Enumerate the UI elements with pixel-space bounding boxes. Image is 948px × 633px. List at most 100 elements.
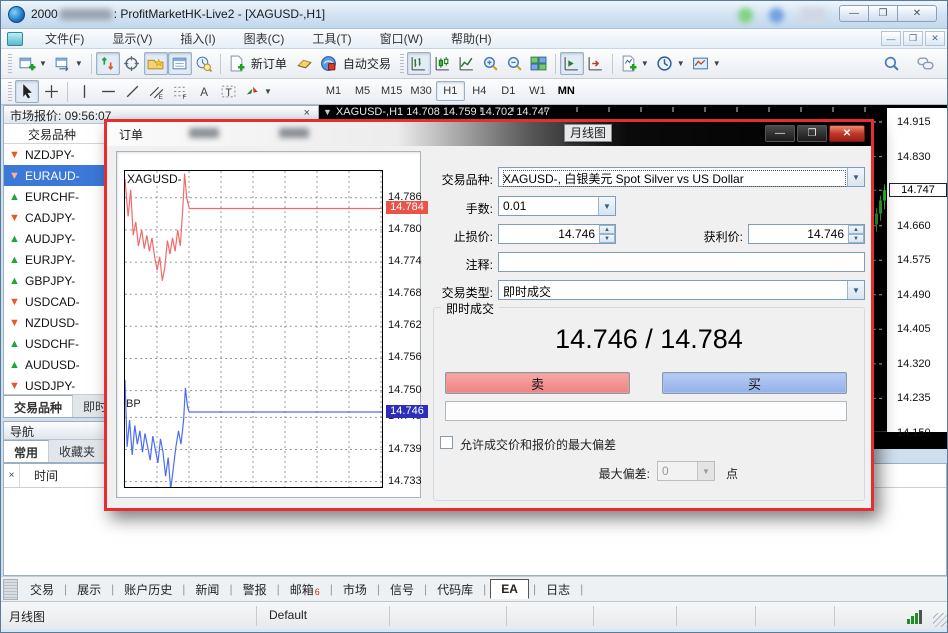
search-icon[interactable] [879,52,903,75]
menu-item[interactable]: 帮助(H) [437,28,506,49]
templates-dropdown[interactable]: ▼ [713,59,721,68]
strategy-tester-button[interactable] [192,52,216,75]
timeframe-button[interactable]: M5 [348,81,377,101]
bar-chart-button[interactable] [407,52,431,75]
chart-profiles-button[interactable] [51,52,75,75]
equidistant-channel-button[interactable]: E [144,80,168,103]
zoom-out-button[interactable] [503,52,527,75]
trendline-button[interactable] [120,80,144,103]
dialog-close-button[interactable]: ✕ [829,125,865,142]
spin-down-icon[interactable]: ▼ [848,234,864,243]
buy-button[interactable]: 买 [662,372,847,394]
chevron-down-icon[interactable]: ▼ [847,168,864,186]
terminal-tab[interactable]: 新闻 [189,578,225,601]
new-order-button[interactable] [225,52,249,75]
market-watch-toggle-button[interactable] [96,52,120,75]
auto-trading-label[interactable]: 自动交易 [343,55,391,72]
text-label-button[interactable]: T [216,80,240,103]
timeframe-button[interactable]: M1 [319,81,348,101]
take-profit-input[interactable]: 14.746▲▼ [748,224,865,244]
cursor-button[interactable] [15,80,39,103]
navigator-toggle-button[interactable] [144,52,168,75]
arrows-dropdown[interactable]: ▼ [264,87,272,96]
terminal-tab[interactable]: 警报 [237,578,273,601]
auto-scroll-button[interactable] [560,52,584,75]
close-icon[interactable]: × [304,107,310,119]
tile-windows-button[interactable] [527,52,551,75]
deviation-checkbox[interactable] [440,436,453,449]
candlestick-chart-button[interactable] [431,52,455,75]
fibonacci-button[interactable]: F [168,80,192,103]
crosshair-button[interactable] [39,80,63,103]
max-deviation-select[interactable]: 0▼ [657,461,715,481]
stop-loss-input[interactable]: 14.746▲▼ [498,224,616,244]
menu-item[interactable]: 文件(F) [31,28,98,49]
indicators-button[interactable] [617,52,641,75]
terminal-tab[interactable]: 日志 [540,578,576,601]
chevron-down-icon[interactable]: ▼ [598,197,615,215]
arrows-button[interactable] [240,80,264,103]
metaeditor-button[interactable] [293,52,317,75]
chart-shift-button[interactable] [584,52,608,75]
volume-select[interactable]: 0.01▼ [498,196,616,216]
terminal-tab[interactable]: 交易 [24,578,60,601]
tab-favorites[interactable]: 收藏夹 [49,440,106,462]
tab-symbols[interactable]: 交易品种 [4,395,73,417]
chevron-down-icon[interactable]: ▼ [847,281,864,299]
new-chart-dropdown[interactable]: ▼ [39,59,47,68]
toolbar-grip[interactable] [400,54,404,74]
order-type-select[interactable]: 即时成交▼ [498,280,865,300]
timeframe-button[interactable]: M15 [377,81,406,101]
timeframe-button[interactable]: W1 [523,81,552,101]
terminal-tab[interactable]: 市场 [337,578,373,601]
terminal-tab[interactable]: 账户历史 [118,578,178,601]
spin-down-icon[interactable]: ▼ [599,234,615,243]
toolbar-grip[interactable] [8,54,12,74]
terminal-tab[interactable]: 代码库 [431,578,479,601]
chevron-down-icon[interactable]: ▼ [697,462,714,480]
chat-icon[interactable] [913,52,937,75]
menu-item[interactable]: 窗口(W) [366,28,437,49]
line-chart-button[interactable] [455,52,479,75]
vertical-line-button[interactable] [72,80,96,103]
profile-name[interactable]: Default [269,608,307,622]
mdi-close-button[interactable]: ✕ [925,31,945,46]
symbol-select[interactable]: XAGUSD-, 白银美元 Spot Silver vs US Dollar▼ [498,167,865,187]
text-button[interactable]: A [192,80,216,103]
periods-dropdown[interactable]: ▼ [677,59,685,68]
terminal-tab[interactable]: 邮箱6 [284,578,326,601]
timeframe-button[interactable]: H1 [436,81,465,101]
templates-button[interactable] [689,52,713,75]
deviation-checkbox-label[interactable]: 允许成交价和报价的最大偏差 [460,436,616,453]
menu-item[interactable]: 图表(C) [230,28,299,49]
dialog-minimize-button[interactable]: — [765,125,795,142]
timeframe-button[interactable]: D1 [494,81,523,101]
spin-up-icon[interactable]: ▲ [599,225,615,234]
terminal-tab[interactable]: 信号 [384,578,420,601]
auto-trading-button[interactable] [317,52,341,75]
timeframe-button[interactable]: MN [552,81,581,101]
tab-common[interactable]: 常用 [4,440,49,462]
resize-grip[interactable] [933,613,947,627]
periods-button[interactable] [653,52,677,75]
timeframe-button[interactable]: M30 [406,81,435,101]
terminal-toggle-button[interactable] [168,52,192,75]
terminal-tab[interactable]: EA [490,579,529,599]
sell-button[interactable]: 卖 [445,372,630,394]
timeframe-button[interactable]: H4 [465,81,494,101]
chevron-down-icon[interactable]: ▼ [323,107,332,117]
mdi-restore-button[interactable]: ❐ [903,31,923,46]
order-dialog-titlebar[interactable]: 订单 — ❐ ✕ [107,122,871,146]
price-scale[interactable]: 14.91514.83014.74714.66014.57514.49014.4… [887,108,948,432]
menu-item[interactable]: 显示(V) [98,28,166,49]
close-button[interactable]: ✕ [897,5,937,22]
restore-button[interactable]: ❐ [868,5,898,22]
terminal-tab[interactable]: 展示 [71,578,107,601]
comment-input[interactable] [498,252,865,272]
minimize-button[interactable]: — [839,5,869,22]
new-order-label[interactable]: 新订单 [251,55,287,72]
toolbar-grip[interactable] [8,82,12,102]
indicators-dropdown[interactable]: ▼ [641,59,649,68]
zoom-in-button[interactable] [479,52,503,75]
chart-profiles-dropdown[interactable]: ▼ [75,59,83,68]
